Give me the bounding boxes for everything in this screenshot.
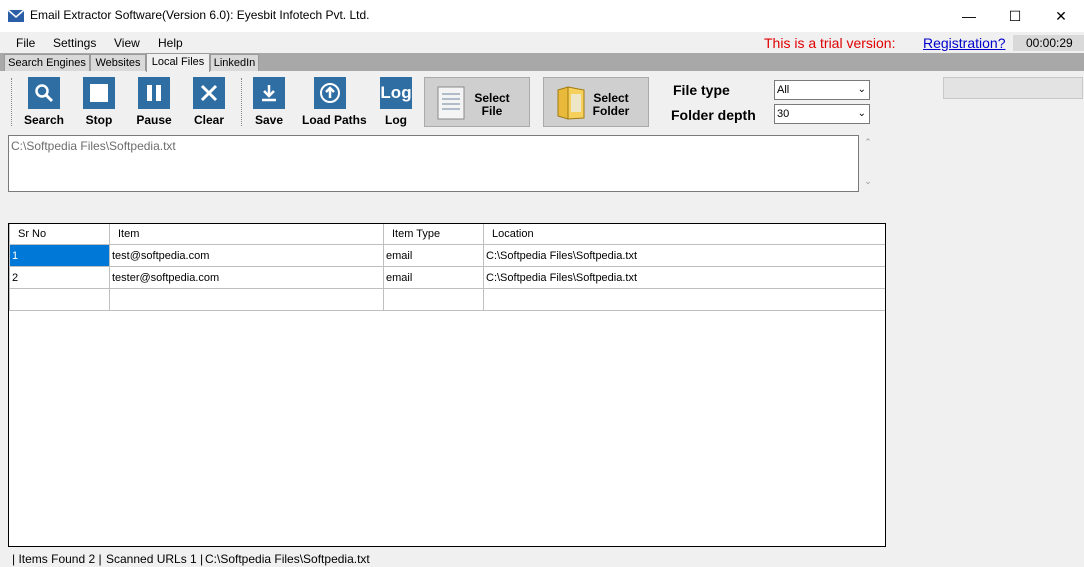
maximize-icon: ☐ [1008, 7, 1022, 24]
chevron-down-icon: ⌄ [857, 84, 866, 95]
cell-location[interactable]: C:\Softpedia Files\Softpedia.txt [483, 266, 885, 289]
stop-label: Stop [85, 113, 113, 127]
table-header-row: Sr No Item Item Type Location [9, 224, 885, 245]
table-row-empty[interactable] [9, 288, 885, 311]
magnifier-icon [28, 77, 60, 109]
close-button[interactable]: ✕ [1038, 0, 1084, 32]
cell-item[interactable]: tester@softpedia.com [109, 266, 384, 289]
path-scrollbar[interactable]: ⌃ ⌄ [860, 135, 876, 192]
tab-linkedin[interactable]: LinkedIn [210, 54, 259, 71]
table-row[interactable]: 1 test@softpedia.com email C:\Softpedia … [9, 244, 885, 267]
document-icon [437, 86, 465, 120]
cell-item-type[interactable]: email [383, 266, 484, 289]
file-type-select[interactable]: All ⌄ [774, 80, 870, 100]
chevron-down-icon: ⌄ [857, 108, 866, 119]
tab-websites[interactable]: Websites [90, 54, 146, 71]
scanned-urls-status: Scanned URLs 1 | [106, 552, 204, 566]
results-table: Sr No Item Item Type Location 1 test@sof… [9, 224, 885, 311]
cell-empty[interactable] [9, 288, 110, 311]
folder-depth-select[interactable]: 30 ⌄ [774, 104, 870, 124]
x-icon [193, 77, 225, 109]
stop-button[interactable]: Stop [71, 77, 127, 127]
tab-search-engines[interactable]: Search Engines [4, 54, 90, 71]
column-header-sr-no[interactable]: Sr No [9, 224, 110, 245]
tab-strip: Search Engines Websites Local Files Link… [0, 53, 1084, 72]
cell-empty[interactable] [109, 288, 384, 311]
pause-button[interactable]: Pause [126, 77, 182, 127]
path-input[interactable]: C:\Softpedia Files\Softpedia.txt [8, 135, 859, 192]
cell-sr-no[interactable]: 1 [9, 244, 110, 267]
cell-empty[interactable] [383, 288, 484, 311]
load-paths-label: Load Paths [302, 113, 367, 127]
save-button[interactable]: Save [241, 77, 297, 127]
log-label: Log [385, 113, 407, 127]
folder-depth-value: 30 [777, 108, 790, 120]
close-icon: ✕ [1055, 7, 1067, 24]
column-header-item-type[interactable]: Item Type [383, 224, 484, 245]
elapsed-timer: 00:00:29 [1013, 35, 1084, 51]
envelope-app-icon [8, 9, 24, 22]
select-file-button[interactable]: Select File [424, 77, 530, 127]
path-input-value: C:\Softpedia Files\Softpedia.txt [11, 139, 176, 153]
current-file-status: C:\Softpedia Files\Softpedia.txt [205, 552, 370, 566]
minimize-button[interactable]: — [946, 0, 992, 32]
cell-location[interactable]: C:\Softpedia Files\Softpedia.txt [483, 244, 885, 267]
folder-icon [557, 86, 585, 120]
registration-link[interactable]: Registration? [923, 35, 1006, 51]
folder-depth-label: Folder depth [671, 107, 756, 123]
select-file-label: Select File [474, 91, 510, 118]
pause-label: Pause [136, 113, 172, 127]
save-label: Save [254, 113, 284, 127]
menu-view[interactable]: View [114, 36, 140, 50]
table-row[interactable]: 2 tester@softpedia.com email C:\Softpedi… [9, 266, 885, 289]
search-button[interactable]: Search [16, 77, 72, 127]
menu-bar: File Settings View Help This is a trial … [0, 32, 1084, 53]
column-header-location[interactable]: Location [483, 224, 885, 245]
load-paths-button[interactable]: Load Paths [302, 77, 367, 127]
maximize-button[interactable]: ☐ [992, 0, 1038, 32]
menu-file[interactable]: File [16, 36, 35, 50]
status-bar: | Items Found 2 | Scanned URLs 1 | C:\So… [0, 547, 1084, 567]
select-folder-button[interactable]: Select Folder [543, 77, 649, 127]
cell-item-type[interactable]: email [383, 244, 484, 267]
pause-icon [138, 77, 170, 109]
progress-box [943, 77, 1083, 99]
scroll-down-icon: ⌄ [864, 176, 872, 186]
results-grid[interactable]: Sr No Item Item Type Location 1 test@sof… [8, 223, 886, 547]
search-label: Search [23, 113, 65, 127]
file-type-value: All [777, 84, 790, 96]
menu-settings[interactable]: Settings [53, 36, 96, 50]
log-icon: Log [380, 77, 412, 109]
cell-empty[interactable] [483, 288, 885, 311]
clear-label: Clear [193, 113, 225, 127]
file-type-label: File type [673, 82, 730, 98]
log-button[interactable]: Log Log [368, 77, 424, 127]
title-bar: Email Extractor Software(Version 6.0): E… [0, 0, 1084, 32]
minimize-icon: — [962, 8, 976, 24]
trial-notice: This is a trial version: [764, 35, 896, 51]
scroll-up-icon: ⌃ [864, 137, 872, 147]
clear-button[interactable]: Clear [181, 77, 237, 127]
menu-help[interactable]: Help [158, 36, 183, 50]
stop-icon [83, 77, 115, 109]
cell-sr-no[interactable]: 2 [9, 266, 110, 289]
items-found-status: | Items Found 2 | [12, 552, 102, 566]
toolbar-separator [11, 78, 12, 126]
tab-local-files[interactable]: Local Files [146, 53, 210, 72]
download-icon [253, 77, 285, 109]
cell-item[interactable]: test@softpedia.com [109, 244, 384, 267]
column-header-item[interactable]: Item [109, 224, 384, 245]
window-title: Email Extractor Software(Version 6.0): E… [30, 8, 370, 22]
select-folder-label: Select Folder [592, 91, 630, 118]
toolbar: Search Stop Pause Clear Save Load Paths … [0, 72, 1084, 130]
upload-icon [314, 77, 346, 109]
